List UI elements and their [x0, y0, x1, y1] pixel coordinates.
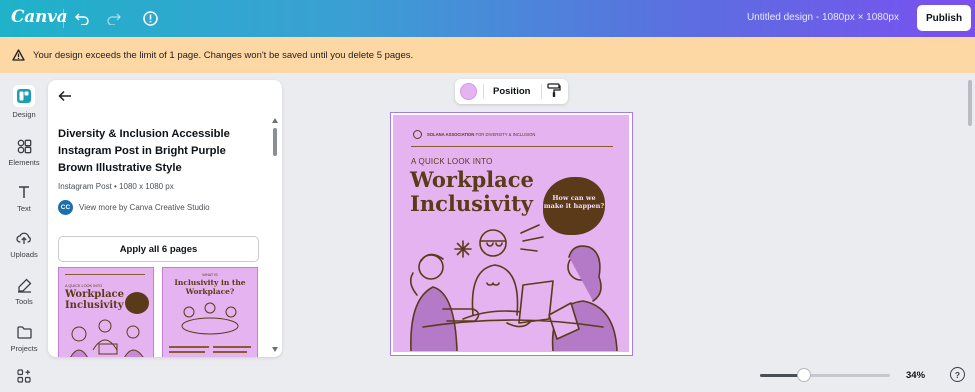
context-toolbar: Position	[455, 79, 568, 104]
rail-label: Projects	[10, 344, 38, 353]
design-canvas[interactable]: SOLANA ASSOCIATION FOR DIVERSITY & INCLU…	[390, 112, 633, 356]
template-meta: Instagram Post • 1080 x 1080 px	[58, 182, 174, 191]
page-limit-banner: Your design exceeds the limit of 1 page.…	[0, 37, 975, 73]
cloud-upload-icon	[15, 229, 33, 247]
org-logo-icon	[413, 130, 422, 139]
rail-item-projects[interactable]: Projects	[0, 319, 48, 363]
rail-item-text[interactable]: Text	[0, 179, 48, 223]
toolbar-divider	[63, 9, 64, 28]
avatar: CC	[58, 200, 73, 215]
rail-item-elements[interactable]: Elements	[0, 133, 48, 177]
thumb-illustration	[70, 319, 144, 357]
draw-icon	[15, 276, 33, 294]
undo-icon[interactable]	[72, 8, 92, 28]
banner-message: Your design exceeds the limit of 1 page.…	[33, 50, 414, 61]
blob-text[interactable]: How can we make it happen?	[543, 194, 605, 210]
canvas-scrollbar[interactable]	[968, 80, 972, 126]
zoom-percentage[interactable]: 34%	[906, 370, 925, 381]
design-page[interactable]: SOLANA ASSOCIATION FOR DIVERSITY & INCLU…	[393, 115, 629, 352]
rail-label: Design	[12, 110, 36, 119]
org-name: SOLANA ASSOCIATION FOR DIVERSITY & INCLU…	[427, 132, 536, 137]
document-title[interactable]: Untitled design - 1080px × 1080px	[747, 12, 899, 23]
apply-all-pages-button[interactable]: Apply all 6 pages	[58, 236, 259, 262]
rail-label: Uploads	[10, 250, 38, 259]
text-icon	[15, 183, 33, 201]
rail-label: Text	[17, 204, 31, 213]
template-title: Diversity & Inclusion Accessible Instagr…	[58, 128, 230, 174]
creator-link[interactable]: CC View more by Canva Creative Studio	[58, 200, 210, 215]
left-rail: Design Elements Text Uploads Tools Proje…	[0, 73, 48, 392]
zoom-slider[interactable]	[760, 374, 890, 377]
people-illustration[interactable]	[403, 223, 623, 351]
zoom-slider-handle[interactable]	[797, 368, 812, 382]
layout-icon	[13, 85, 35, 107]
redo-icon[interactable]	[103, 8, 123, 28]
scroll-up-icon[interactable]	[272, 118, 278, 123]
top-bar: Canva Untitled design - 1080px × 1080px …	[0, 0, 975, 37]
apps-icon[interactable]	[17, 369, 31, 388]
alert-info-icon[interactable]	[140, 8, 160, 28]
position-button[interactable]: Position	[493, 86, 530, 97]
shapes-icon	[15, 137, 33, 155]
background-color-swatch[interactable]	[460, 83, 477, 100]
thumb-preline: WHAT IS	[202, 273, 218, 277]
paint-roller-icon[interactable]	[547, 83, 563, 99]
thumb-headline-1: Inclusivity in the	[174, 278, 246, 287]
back-arrow-icon[interactable]	[58, 89, 74, 105]
panel-scrollbar[interactable]	[272, 118, 278, 353]
thumb-headline-2: Inclusivity	[65, 300, 124, 311]
creator-label: View more by Canva Creative Studio	[79, 203, 210, 212]
thumb-illustration	[181, 302, 239, 335]
rail-label: Tools	[15, 297, 33, 306]
canva-logo[interactable]: Canva	[11, 7, 68, 27]
scroll-down-icon[interactable]	[272, 347, 278, 352]
help-button[interactable]: ?	[950, 367, 965, 382]
scroll-thumb[interactable]	[273, 128, 277, 156]
rail-item-tools[interactable]: Tools	[0, 272, 48, 316]
divider	[411, 146, 613, 147]
page-thumbnail-1[interactable]: A QUICK LOOK INTO Workplace Inclusivity	[58, 267, 154, 357]
publish-button[interactable]: Publish	[917, 5, 971, 31]
thumb-preline: A QUICK LOOK INTO	[65, 284, 103, 288]
template-panel: Diversity & Inclusion Accessible Instagr…	[48, 80, 282, 357]
rail-item-uploads[interactable]: Uploads	[0, 225, 48, 269]
rail-item-design[interactable]: Design	[0, 83, 48, 127]
page-thumbnail-2[interactable]: WHAT IS Inclusivity in the Workplace?	[162, 267, 258, 357]
thumb-headline-2: Workplace?	[185, 287, 235, 296]
warning-icon	[12, 48, 25, 66]
rail-label: Elements	[8, 158, 40, 167]
folder-icon	[15, 323, 33, 341]
headline[interactable]: Workplace Inclusivity	[410, 168, 560, 216]
pre-headline[interactable]: A QUICK LOOK INTO	[411, 157, 493, 166]
thumb-headline-1: Workplace	[65, 289, 125, 300]
toolbar-divider	[541, 84, 542, 99]
toolbar-divider	[483, 84, 484, 99]
